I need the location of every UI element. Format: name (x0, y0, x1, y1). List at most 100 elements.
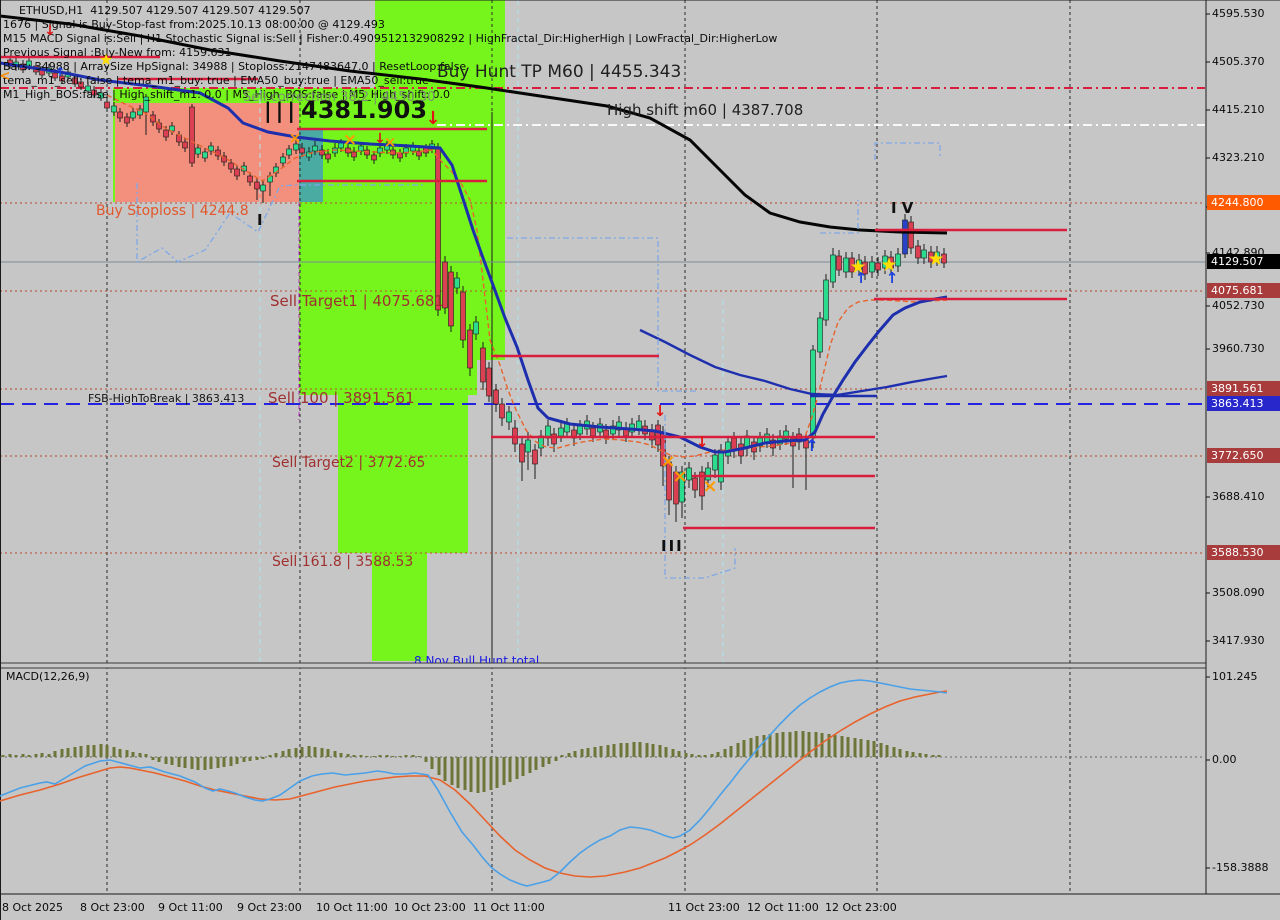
macd-scale-label: 0.00 (1212, 753, 1237, 766)
time-label[interactable]: 10 Oct 23:00 (394, 901, 466, 914)
chart-canvas[interactable] (0, 0, 1280, 920)
macd-hist-bar (716, 752, 720, 757)
price-tick: 4415.210 (1212, 103, 1265, 116)
macd-hist-bar (352, 755, 356, 757)
candle (202, 151, 208, 159)
time-label[interactable]: 12 Oct 23:00 (825, 901, 897, 914)
macd-hist-bar (931, 755, 935, 757)
macd-hist-bar (157, 757, 161, 762)
macd-hist-bar (8, 754, 12, 757)
macd-hist-bar (521, 757, 525, 776)
macd-hist-bar (762, 735, 766, 757)
macd-hist-bar (125, 750, 129, 757)
marker-cross: × (672, 466, 688, 487)
macd-hist-bar (742, 740, 746, 757)
marker-cross: × (702, 476, 718, 497)
macd-hist-bar (567, 753, 571, 757)
time-label[interactable]: 8 Oct 23:00 (80, 901, 145, 914)
macd-hist-bar (86, 745, 90, 757)
macd-hist-bar (937, 755, 941, 757)
time-label[interactable]: 8 Oct 2025 (2, 901, 63, 914)
macd-hist-bar (495, 757, 499, 788)
time-label[interactable]: 11 Oct 11:00 (473, 901, 545, 914)
macd-hist-bar (365, 756, 369, 757)
high-shift-label: High shift m60 | 4387.708 (607, 101, 804, 119)
macd-hist-bar (443, 757, 447, 781)
candle (124, 116, 130, 124)
marker-star: ★ (927, 248, 945, 270)
macd-hist-bar (905, 751, 909, 757)
macd-hist-bar (482, 757, 486, 792)
time-label[interactable]: 12 Oct 11:00 (747, 901, 819, 914)
time-label[interactable]: 11 Oct 23:00 (668, 901, 740, 914)
marker-down-arrow: ↓ (653, 402, 667, 420)
candle (830, 254, 836, 283)
candle (590, 427, 596, 437)
macd-hist-bar (697, 755, 701, 757)
candle (725, 441, 731, 457)
macd-hist-bar (79, 746, 83, 757)
info-line-4: Previous Signal :Buy-New from: 4159.631 (3, 46, 232, 59)
macd-hist-bar (547, 757, 551, 764)
candle (111, 105, 117, 113)
marker-cross: × (342, 130, 358, 150)
macd-hist-bar (294, 748, 298, 757)
macd-hist-bar (333, 751, 337, 757)
marker-iii: III (661, 537, 684, 555)
macd-hist-bar (229, 757, 233, 766)
macd-hist-bar (840, 736, 844, 757)
macd-hist-bar (430, 757, 434, 769)
time-label[interactable]: 9 Oct 11:00 (158, 901, 223, 914)
macd-hist-bar (898, 749, 902, 757)
macd-hist-bar (664, 747, 668, 757)
zone-green (338, 395, 468, 553)
price-badge: 4129.507 (1207, 254, 1280, 269)
macd-hist-bar (261, 757, 265, 759)
macd-hist-bar (651, 744, 655, 757)
macd-hist-bar (794, 731, 798, 757)
symbol-ohlc-readout: ETHUSD,H1 4129.507 4129.507 4129.507 412… (19, 4, 311, 17)
candle (836, 255, 842, 271)
candle (473, 321, 479, 335)
macd-hist-bar (112, 747, 116, 757)
price-badge: 3863.413 (1207, 396, 1280, 411)
macd-hist-bar (755, 736, 759, 757)
macd-hist-bar (885, 745, 889, 757)
macd-hist-bar (47, 754, 51, 757)
candle (532, 449, 538, 465)
marker-iv: I V (891, 199, 914, 217)
candle (130, 111, 136, 119)
time-label[interactable]: 9 Oct 23:00 (237, 901, 302, 914)
macd-hist-bar (638, 742, 642, 757)
macd-hist-bar (918, 753, 922, 757)
macd-hist-bar (268, 755, 272, 757)
macd-hist-bar (723, 749, 727, 757)
candle (104, 101, 110, 109)
marker-down-arrow: ↓ (44, 23, 56, 39)
price-badge: 3891.561 (1207, 381, 1280, 396)
macd-hist-bar (645, 743, 649, 757)
time-label[interactable]: 10 Oct 11:00 (316, 901, 388, 914)
marker-down-arrow: ↓ (425, 108, 441, 129)
marker-star: ★ (849, 256, 867, 278)
bars-marker-top: ||| (264, 99, 300, 123)
price-badge: 3772.650 (1207, 448, 1280, 463)
buy-hunt-tp-label: Buy Hunt TP M60 | 4455.343 (437, 62, 682, 82)
candle (712, 454, 718, 471)
macd-hist-bar (53, 751, 57, 757)
macd-hist-bar (593, 747, 597, 757)
macd-hist-bar (586, 748, 590, 757)
candle (908, 221, 914, 249)
macd-hist-bar (528, 757, 532, 773)
macd-hist-bar (326, 749, 330, 757)
macd-hist-bar (398, 756, 402, 757)
info-line-3: M15 MACD Signal is:Sell | H1 Stochastic … (3, 32, 778, 45)
price-badge: 4244.800 (1207, 195, 1280, 210)
macd-hist-bar (911, 752, 915, 757)
candle (499, 403, 505, 419)
candle (718, 449, 724, 483)
macd-hist-bar (729, 746, 733, 757)
macd-hist-bar (619, 743, 623, 757)
candle (921, 249, 927, 259)
candle (506, 411, 512, 423)
